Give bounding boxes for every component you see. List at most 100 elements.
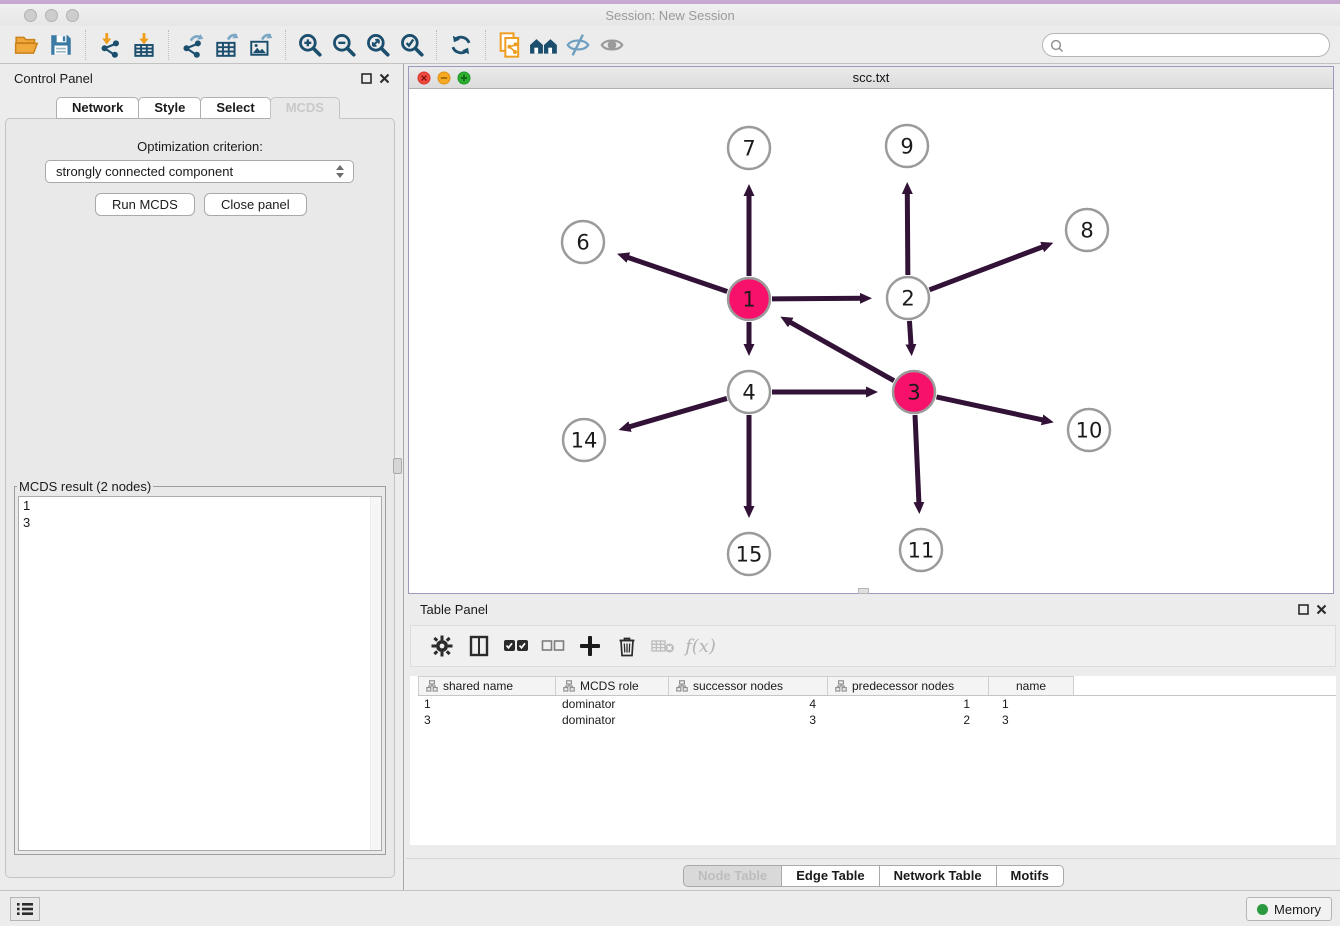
save-session-icon[interactable] bbox=[44, 29, 78, 61]
search-input[interactable] bbox=[1067, 35, 1317, 55]
control-panel: Control Panel NetworkStyleSelectMCDS Opt… bbox=[0, 64, 403, 890]
result-scrollbar[interactable] bbox=[370, 497, 381, 850]
graph-edge-4-14[interactable] bbox=[627, 398, 727, 427]
svg-text:2: 2 bbox=[901, 287, 914, 311]
panel-divider[interactable] bbox=[403, 64, 404, 890]
graph-node-15[interactable]: 15 bbox=[728, 533, 770, 575]
list-icon bbox=[16, 902, 34, 916]
graph-node-11[interactable]: 11 bbox=[900, 529, 942, 571]
zoom-in-icon[interactable] bbox=[293, 29, 327, 61]
table-row[interactable]: 1dominator411 bbox=[418, 696, 1336, 712]
panel-divider-handle[interactable] bbox=[393, 458, 402, 474]
graph-edge-2-3[interactable] bbox=[909, 321, 911, 347]
close-panel-icon[interactable] bbox=[378, 72, 391, 85]
chevron-down-icon bbox=[336, 173, 344, 178]
graph-edge-3-1[interactable] bbox=[788, 321, 894, 381]
column-header-name[interactable]: name bbox=[988, 676, 1074, 695]
tab-motifs[interactable]: Motifs bbox=[996, 865, 1064, 887]
search-icon bbox=[1050, 39, 1064, 53]
close-panel-button[interactable]: Close panel bbox=[204, 193, 307, 216]
close-table-panel-icon[interactable] bbox=[1315, 603, 1328, 616]
graph-node-9[interactable]: 9 bbox=[886, 125, 928, 167]
tab-mcds[interactable]: MCDS bbox=[270, 97, 340, 119]
table-row[interactable]: 3dominator323 bbox=[418, 712, 1336, 728]
graph-edge-2-8[interactable] bbox=[930, 246, 1045, 290]
tab-select[interactable]: Select bbox=[200, 97, 270, 119]
cell-shared-name[interactable]: 1 bbox=[418, 696, 556, 712]
memory-status-icon bbox=[1257, 904, 1268, 915]
cell-name[interactable]: 1 bbox=[992, 696, 1078, 712]
export-table-icon[interactable] bbox=[210, 29, 244, 61]
graph-node-4[interactable]: 4 bbox=[728, 371, 770, 413]
tab-edge-table[interactable]: Edge Table bbox=[781, 865, 879, 887]
zoom-fit-icon[interactable] bbox=[361, 29, 395, 61]
show-all-icon[interactable] bbox=[595, 29, 629, 61]
mcds-result-area[interactable]: 13 bbox=[18, 496, 382, 851]
export-network-icon[interactable] bbox=[176, 29, 210, 61]
graph-edge-3-11[interactable] bbox=[915, 415, 919, 505]
cell-shared-name[interactable]: 3 bbox=[418, 712, 556, 728]
import-table-icon[interactable] bbox=[127, 29, 161, 61]
graph-node-14[interactable]: 14 bbox=[563, 419, 605, 461]
network-window: scc.txt 1234678910111415 bbox=[408, 66, 1334, 594]
column-header-successor-nodes[interactable]: successor nodes bbox=[668, 676, 828, 695]
column-header-predecessor-nodes[interactable]: predecessor nodes bbox=[827, 676, 989, 695]
graph-node-6[interactable]: 6 bbox=[562, 221, 604, 263]
toolbar-separator bbox=[85, 30, 86, 60]
graph-node-10[interactable]: 10 bbox=[1068, 409, 1110, 451]
column-header-shared-name[interactable]: shared name bbox=[418, 676, 556, 695]
column-header-MCDS-role[interactable]: MCDS role bbox=[555, 676, 669, 695]
export-image-icon[interactable] bbox=[244, 29, 278, 61]
tab-network-table[interactable]: Network Table bbox=[879, 865, 997, 887]
status-bar: Memory bbox=[0, 890, 1340, 926]
select-all-columns-icon[interactable] bbox=[497, 629, 534, 663]
open-session-icon[interactable] bbox=[10, 29, 44, 61]
create-column-icon[interactable] bbox=[571, 629, 608, 663]
tab-network[interactable]: Network bbox=[56, 97, 139, 119]
graph-edge-1-2[interactable] bbox=[772, 298, 863, 299]
deselect-all-columns-icon[interactable] bbox=[534, 629, 571, 663]
cell-MCDS-role[interactable]: dominator bbox=[556, 712, 670, 728]
cell-predecessor-nodes[interactable]: 1 bbox=[830, 696, 992, 712]
optimization-criterion-label: Optimization criterion: bbox=[6, 139, 394, 154]
show-panels-button[interactable] bbox=[10, 897, 40, 921]
graph-edge-2-9[interactable] bbox=[907, 191, 908, 275]
cell-MCDS-role[interactable]: dominator bbox=[556, 696, 670, 712]
cell-successor-nodes[interactable]: 3 bbox=[670, 712, 830, 728]
table-settings-icon[interactable] bbox=[423, 629, 460, 663]
graph-edge-3-10[interactable] bbox=[936, 397, 1045, 421]
table-panel: Table Panel bbox=[406, 595, 1340, 890]
first-neighbors-icon[interactable] bbox=[527, 29, 561, 61]
show-columns-icon[interactable] bbox=[460, 629, 497, 663]
graph-node-1[interactable]: 1 bbox=[728, 278, 770, 320]
float-table-panel-icon[interactable] bbox=[1297, 603, 1310, 616]
tab-style[interactable]: Style bbox=[138, 97, 201, 119]
delete-table-icon[interactable] bbox=[645, 629, 682, 663]
memory-button[interactable]: Memory bbox=[1246, 897, 1332, 921]
run-mcds-button[interactable]: Run MCDS bbox=[95, 193, 195, 216]
delete-columns-icon[interactable] bbox=[608, 629, 645, 663]
graph-node-7[interactable]: 7 bbox=[728, 127, 770, 169]
hide-selected-icon[interactable] bbox=[561, 29, 595, 61]
float-panel-icon[interactable] bbox=[360, 72, 373, 85]
cell-name[interactable]: 3 bbox=[992, 712, 1078, 728]
graph-node-8[interactable]: 8 bbox=[1066, 209, 1108, 251]
network-from-selection-icon[interactable] bbox=[493, 29, 527, 61]
criterion-dropdown[interactable]: strongly connected component bbox=[45, 160, 354, 183]
cell-predecessor-nodes[interactable]: 2 bbox=[830, 712, 992, 728]
tab-node-table[interactable]: Node Table bbox=[683, 865, 782, 887]
mcds-result-lines: 13 bbox=[19, 497, 381, 531]
graph-edge-1-6[interactable] bbox=[626, 257, 728, 292]
mcds-result-legend: MCDS result (2 nodes) bbox=[17, 479, 153, 494]
cell-successor-nodes[interactable]: 4 bbox=[670, 696, 830, 712]
graph-node-2[interactable]: 2 bbox=[887, 277, 929, 319]
zoom-out-icon[interactable] bbox=[327, 29, 361, 61]
import-network-icon[interactable] bbox=[93, 29, 127, 61]
network-canvas[interactable]: 1 2 3 4 6 7 8 9 10 11 14 15 bbox=[409, 90, 1333, 593]
function-builder-icon[interactable]: f(x) bbox=[682, 629, 719, 663]
apply-layout-icon[interactable] bbox=[444, 29, 478, 61]
search-field bbox=[1042, 33, 1330, 57]
split-pane-handle[interactable] bbox=[858, 588, 869, 594]
zoom-selected-icon[interactable] bbox=[395, 29, 429, 61]
graph-node-3[interactable]: 3 bbox=[893, 371, 935, 413]
